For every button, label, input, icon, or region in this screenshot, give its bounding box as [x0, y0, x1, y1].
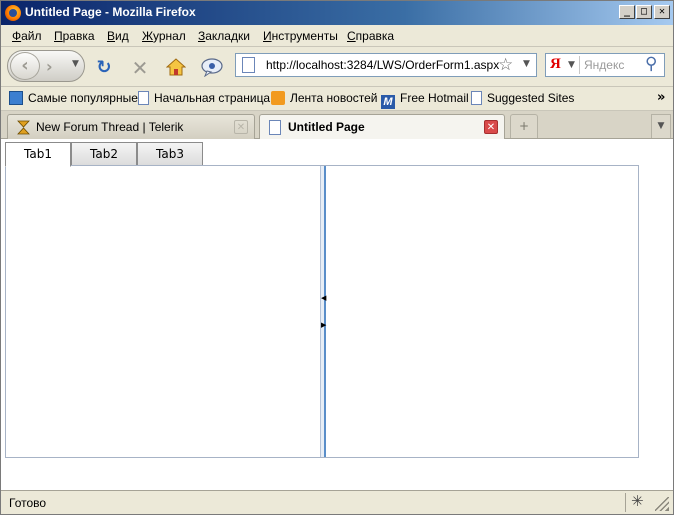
home-house-icon — [165, 58, 187, 76]
bookmark-star-icon[interactable]: ☆ — [498, 55, 513, 75]
feedback-icon[interactable] — [201, 57, 223, 79]
browser-window: Untitled Page - Mozilla Firefox _ □ ✕ Фа… — [0, 0, 674, 515]
splitter-container: ◀ ▶ — [5, 165, 639, 458]
search-bar[interactable]: Я ▼ Яндекс ⚲ — [545, 53, 665, 77]
page-content: Tab1 Tab2 Tab3 ◀ ▶ — [1, 139, 673, 490]
splitter-bar[interactable]: ◀ ▶ — [320, 166, 326, 457]
list-all-tabs-button[interactable]: ▼ — [651, 114, 671, 138]
most-visited-icon — [9, 91, 23, 105]
browser-tab-strip: New Forum Thread | Telerik ✕ Untitled Pa… — [1, 111, 673, 140]
yandex-logo-icon[interactable]: Я — [550, 56, 561, 73]
bookmark-free-hotmail[interactable]: M Free Hotmail — [381, 91, 469, 109]
tab-1[interactable]: Tab1 — [5, 142, 71, 167]
rss-icon — [271, 91, 285, 105]
title-bar[interactable]: Untitled Page - Mozilla Firefox _ □ ✕ — [1, 1, 673, 25]
page-icon — [138, 91, 149, 105]
search-divider — [579, 56, 580, 74]
menu-bookmarks[interactable]: Закладки — [198, 29, 250, 43]
bookmark-label: Free Hotmail — [400, 91, 469, 105]
extension-bug-icon[interactable]: ✳ — [631, 492, 644, 510]
telerik-icon — [17, 120, 30, 135]
hotmail-icon: M — [381, 95, 395, 109]
bookmark-most-visited[interactable]: Самые популярные — [9, 91, 138, 107]
stop-icon[interactable]: ✕ — [129, 57, 151, 79]
menu-file[interactable]: Файл — [12, 29, 42, 43]
search-input[interactable]: Яндекс — [584, 58, 624, 72]
search-engine-dropdown-icon[interactable]: ▼ — [568, 60, 575, 70]
minimize-button[interactable]: _ — [619, 5, 635, 19]
close-tab-icon[interactable]: ✕ — [234, 120, 248, 134]
window-title: Untitled Page - Mozilla Firefox — [25, 5, 196, 19]
maximize-button[interactable]: □ — [636, 5, 652, 19]
firefox-logo-icon — [5, 5, 21, 21]
bookmark-label: Начальная страница — [154, 91, 271, 105]
bookmarks-toolbar: Самые популярные Начальная страница Лент… — [1, 87, 673, 111]
page-icon — [471, 91, 482, 105]
search-go-icon[interactable]: ⚲ — [645, 54, 657, 74]
address-url[interactable]: http://localhost:3284/LWS/OrderForm1.asp… — [266, 58, 499, 72]
menu-edit[interactable]: Правка — [54, 29, 95, 43]
resize-grip-icon[interactable] — [655, 497, 669, 511]
status-divider — [625, 493, 626, 512]
page-icon — [269, 120, 281, 135]
menu-bar: Файл Правка Вид Журнал Закладки Инструме… — [1, 25, 673, 47]
bookmark-label: Лента новостей — [290, 91, 378, 105]
close-tab-icon[interactable]: ✕ — [484, 120, 498, 134]
status-text: Готово — [9, 496, 47, 510]
bookmark-label: Suggested Sites — [487, 91, 575, 105]
page-icon — [242, 57, 255, 73]
bookmarks-overflow-chevron-icon[interactable]: » — [657, 90, 665, 105]
bookmark-news-feed[interactable]: Лента новостей — [271, 91, 378, 107]
bookmark-home-page[interactable]: Начальная страница — [138, 91, 270, 107]
tab-3[interactable]: Tab3 — [137, 142, 203, 166]
collapse-right-icon[interactable]: ▶ — [321, 321, 326, 329]
speech-bubble-icon — [201, 58, 223, 78]
browser-tab-forum-thread[interactable]: New Forum Thread | Telerik ✕ — [7, 114, 255, 139]
reload-icon[interactable]: ↻ — [93, 57, 115, 79]
url-dropdown-icon[interactable]: ▼ — [523, 59, 530, 69]
address-bar[interactable]: http://localhost:3284/LWS/OrderForm1.asp… — [235, 53, 537, 77]
home-icon[interactable] — [165, 57, 187, 79]
right-pane — [329, 166, 638, 457]
menu-view[interactable]: Вид — [107, 29, 129, 43]
bookmark-suggested-sites[interactable]: Suggested Sites — [471, 91, 574, 107]
browser-tab-label: Untitled Page — [288, 120, 365, 134]
browser-tab-untitled-page[interactable]: Untitled Page ✕ — [259, 114, 505, 140]
menu-help[interactable]: Справка — [347, 29, 394, 43]
navigation-toolbar: ‹ › ▼ ↻ ✕ http://localhost:3284/LWS/Orde… — [1, 47, 673, 87]
browser-tab-label: New Forum Thread | Telerik — [36, 120, 184, 134]
tab-2[interactable]: Tab2 — [71, 142, 137, 166]
collapse-left-icon[interactable]: ◀ — [321, 294, 326, 302]
back-forward-group: ‹ › ▼ — [7, 50, 85, 82]
forward-button[interactable]: › — [46, 57, 53, 76]
left-pane — [6, 166, 320, 457]
bookmark-label: Самые популярные — [28, 91, 138, 105]
new-tab-button[interactable]: + — [510, 114, 538, 138]
close-window-button[interactable]: ✕ — [654, 5, 670, 19]
status-bar: Готово ✳ — [1, 490, 673, 514]
history-dropdown-icon[interactable]: ▼ — [72, 59, 79, 69]
menu-history[interactable]: Журнал — [142, 29, 186, 43]
back-button[interactable]: ‹ — [10, 52, 40, 80]
menu-tools[interactable]: Инструменты — [263, 29, 338, 43]
